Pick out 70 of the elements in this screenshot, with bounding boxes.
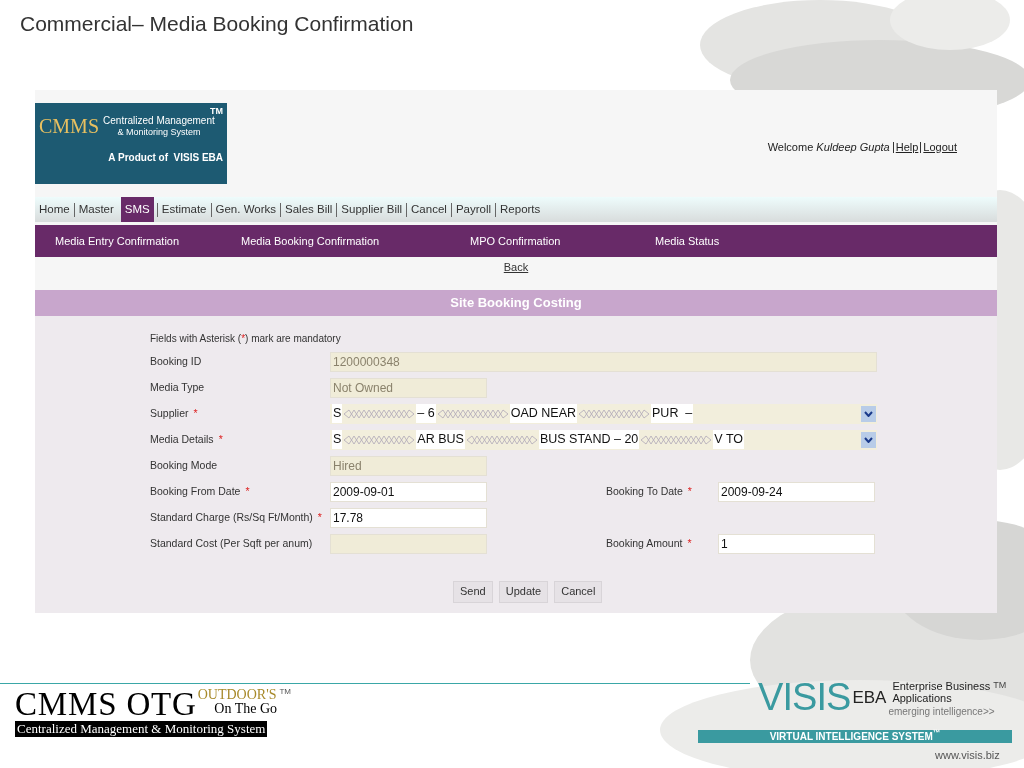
submenu-link[interactable]: Media Booking Confirmation	[241, 232, 470, 250]
logo-line: Centralized Management	[103, 114, 215, 127]
dropdown-field[interactable]: S AR BUS BUS STAND – 20 V TO	[330, 429, 877, 450]
field-label: Media Details	[150, 432, 214, 445]
submenu-link[interactable]: Media Status	[655, 232, 755, 250]
required-mark: *	[317, 510, 322, 523]
logo-name: CMMS OTG	[15, 688, 197, 721]
logo-tagline: On The Go	[214, 702, 278, 716]
redaction-mark	[344, 408, 415, 419]
required-mark: *	[245, 484, 250, 497]
redaction-mark	[437, 408, 508, 419]
logo-subtitle: Centralized Management & Monitoring System	[15, 721, 268, 737]
logo-line: & Monitoring System	[117, 127, 201, 139]
welcome-text: Welcome Kuldeep Gupta	[767, 140, 891, 156]
menu-tab[interactable]: Estimate	[156, 203, 211, 217]
header-link[interactable]: Help	[892, 142, 921, 153]
redaction-mark	[641, 434, 712, 445]
required-mark: *	[687, 536, 692, 549]
mandatory-note: Fields with Asterisk (*) mark are mandatory	[150, 331, 342, 346]
menu-tab[interactable]: Master	[73, 203, 118, 217]
menu-tab[interactable]: Reports	[495, 203, 545, 217]
website-url: www.visis.biz	[935, 748, 1000, 763]
visis-logo-name: VISIS	[758, 678, 851, 716]
redaction-mark	[344, 434, 415, 445]
section-header: Site Booking Costing	[35, 289, 997, 316]
input-field[interactable]: 1	[718, 533, 875, 554]
field-label: Supplier	[150, 406, 189, 419]
dropdown-field[interactable]: S – 6 OAD NEAR PUR –	[330, 403, 877, 424]
form-button[interactable]: Update	[498, 580, 549, 603]
field-label: Booking To Date	[606, 484, 683, 497]
logo-eba: EBA	[852, 689, 888, 706]
logo-line: Enterprise Business	[892, 681, 991, 692]
required-mark: *	[687, 484, 692, 497]
trademark-label: TM	[993, 681, 1007, 690]
input-field[interactable]: 17.78	[330, 507, 487, 528]
field-label: Booking Mode	[150, 458, 218, 471]
logo-mark: CMMS	[39, 116, 100, 137]
system-bar: VIRTUAL INTELLIGENCE SYSTEM$^{™}$	[698, 730, 1012, 743]
logo-outdoors: OUTDOOR'S	[197, 688, 277, 702]
form-button[interactable]: Cancel	[554, 580, 603, 603]
menu-tab[interactable]: Gen. Works	[210, 203, 280, 217]
menu-tab[interactable]: Supplier Bill	[336, 203, 407, 217]
menu-tab[interactable]: SMS	[120, 197, 154, 222]
menu-tab[interactable]: Sales Bill	[280, 203, 337, 217]
menu-tab[interactable]: Cancel	[406, 203, 451, 217]
menu-tab[interactable]: Payroll	[450, 203, 496, 217]
logo-line: Applications	[892, 693, 952, 704]
field-label: Media Type	[150, 380, 205, 393]
form-button[interactable]: Send	[453, 580, 493, 603]
field-label: Booking Amount	[606, 536, 683, 549]
field-label: Standard Charge (Rs/Sq Ft/Month)	[150, 510, 313, 523]
field-label: Booking ID	[150, 354, 202, 367]
submenu-link[interactable]: MPO Confirmation	[470, 232, 655, 250]
slide-title: Commercial– Media Booking Confirmation	[20, 11, 414, 37]
redaction-mark	[466, 434, 537, 445]
submenu-link[interactable]: Media Entry Confirmation	[55, 232, 241, 250]
input-field[interactable]: 2009-09-24	[718, 481, 875, 502]
back-link[interactable]: Back	[503, 259, 529, 276]
redaction-mark	[579, 408, 650, 419]
logo-slogan: emerging intelligence>>	[888, 707, 996, 717]
header-link[interactable]: Logout	[920, 142, 959, 153]
trademark-label: TM	[279, 688, 292, 696]
product-label: A Product of VISIS EBA	[108, 151, 223, 166]
menu-tab[interactable]: Home	[35, 203, 74, 217]
field-label: Standard Cost (Per Sqft per anum)	[150, 536, 313, 549]
field-label: Booking From Date	[150, 484, 241, 497]
required-mark: *	[193, 406, 198, 419]
input-field[interactable]: 2009-09-01	[330, 481, 487, 502]
required-mark: *	[218, 432, 223, 445]
trademark-label: TM	[210, 105, 223, 116]
